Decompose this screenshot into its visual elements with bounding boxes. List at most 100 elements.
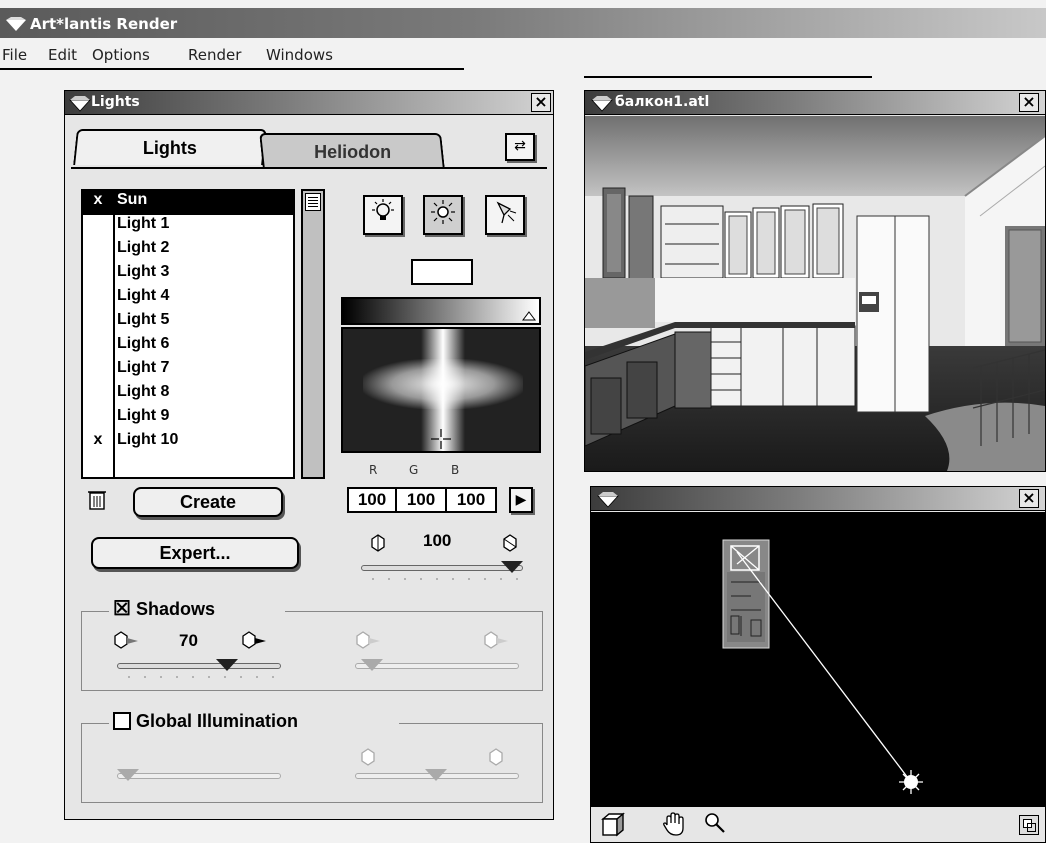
- app-title: Art*lantis Render: [30, 15, 178, 33]
- shadow-softness-thumb: [361, 659, 383, 671]
- lights-window-titlebar[interactable]: Lights ×: [65, 91, 553, 115]
- light-list-item[interactable]: Light 9: [83, 407, 293, 431]
- gem-icon: [591, 96, 613, 116]
- spot-icon[interactable]: [485, 195, 525, 235]
- sun-icon[interactable]: [423, 195, 463, 235]
- color-picker[interactable]: [341, 327, 541, 453]
- light-list-item[interactable]: Light 3: [83, 263, 293, 287]
- shadow-soft-disabled-icon: [355, 631, 381, 653]
- light-list-item[interactable]: Light 7: [83, 359, 293, 383]
- list-scrollbar[interactable]: [301, 189, 325, 479]
- r-field[interactable]: 100: [347, 487, 397, 513]
- create-button[interactable]: Create: [133, 487, 283, 517]
- expert-button[interactable]: Expert...: [91, 537, 299, 569]
- resize-icon[interactable]: [1019, 815, 1039, 835]
- menu-underline: [0, 68, 464, 70]
- light-items: x Sun Light 1 Light 2 Light 3 Light 4 Light 5 L…: [83, 191, 293, 477]
- intensity-value: 100: [423, 531, 452, 550]
- lights-window-title: Lights: [91, 94, 140, 110]
- light-name: Sun: [117, 191, 148, 208]
- plan-toolbar: [591, 806, 1045, 842]
- close-icon[interactable]: ×: [1019, 489, 1039, 508]
- detach-icon[interactable]: ⇄: [505, 133, 535, 161]
- tab-lights[interactable]: Lights: [73, 129, 267, 165]
- tab-heliodon-label: Heliodon: [313, 142, 391, 162]
- view-overline: [584, 76, 872, 78]
- shadows-checkbox[interactable]: ☒: [113, 599, 131, 619]
- global-illumination-checkbox[interactable]: [113, 712, 131, 731]
- color-swatch[interactable]: [411, 259, 473, 285]
- plan-window-titlebar[interactable]: ×: [591, 487, 1045, 511]
- light-list-item[interactable]: Light 5: [83, 311, 293, 335]
- zoom-icon[interactable]: [703, 811, 727, 839]
- close-icon[interactable]: ×: [531, 93, 551, 112]
- light-name: Light 9: [117, 407, 170, 424]
- light-name: Light 7: [117, 359, 170, 376]
- light-enabled-mark[interactable]: x: [91, 191, 105, 209]
- tab-heliodon[interactable]: Heliodon: [259, 133, 445, 169]
- shadows-slider-ticks: [121, 675, 277, 679]
- menu-edit[interactable]: Edit: [48, 46, 77, 64]
- brightness-gradient[interactable]: [341, 297, 541, 325]
- dim-bulb-icon: [369, 533, 387, 558]
- crosshair-icon: [431, 429, 451, 449]
- menu-options[interactable]: Options: [92, 46, 150, 64]
- light-name: Light 4: [117, 287, 170, 304]
- intensity-slider-thumb[interactable]: [501, 561, 523, 573]
- light-list-item[interactable]: Light 1: [83, 215, 293, 239]
- kitchen-render-image: [585, 116, 1045, 471]
- menu-render[interactable]: Render: [188, 46, 241, 64]
- light-enabled-mark[interactable]: x: [91, 431, 105, 449]
- intensity-slider[interactable]: [361, 561, 523, 587]
- bright-bulb-icon: [501, 533, 519, 558]
- light-list-item[interactable]: Light 4: [83, 287, 293, 311]
- plan-viewport[interactable]: [591, 512, 1045, 806]
- play-icon[interactable]: ▶: [509, 487, 533, 513]
- light-name: Light 6: [117, 335, 170, 352]
- gi-slider-left: [117, 767, 281, 793]
- gi-slider-left-thumb: [117, 769, 139, 781]
- global-illumination-header: Global Illumination: [109, 710, 399, 734]
- menu-file[interactable]: File: [2, 46, 27, 64]
- close-icon[interactable]: ×: [1019, 93, 1039, 112]
- light-list-item[interactable]: Light 2: [83, 239, 293, 263]
- floor-plan-image: [722, 539, 923, 794]
- view-window-title: балкон1.atl: [615, 94, 710, 110]
- light-name: Light 1: [117, 215, 170, 232]
- tab-lights-label: Lights: [142, 138, 197, 158]
- light-list-item[interactable]: Light 8: [83, 383, 293, 407]
- light-list-item[interactable]: x Light 10: [83, 431, 293, 455]
- shadows-slider[interactable]: [117, 657, 281, 683]
- plan-window: ×: [590, 486, 1046, 843]
- g-label: G: [409, 463, 419, 477]
- shadows-slider-track: [117, 663, 281, 669]
- trash-icon[interactable]: [87, 487, 107, 515]
- b-field[interactable]: 100: [445, 487, 497, 513]
- shadow-hard-disabled-icon: [483, 631, 509, 653]
- light-list-item[interactable]: Light 6: [83, 335, 293, 359]
- bulb-icon[interactable]: [363, 195, 403, 235]
- gem-icon: [69, 96, 91, 116]
- shadow-softness-slider: [355, 657, 519, 683]
- menubar: [0, 40, 1046, 70]
- render-viewport[interactable]: [585, 116, 1045, 471]
- g-field[interactable]: 100: [395, 487, 447, 513]
- menu-windows[interactable]: Windows: [266, 46, 333, 64]
- intensity-slider-ticks: [365, 577, 519, 581]
- shadows-group-header: ☒ Shadows: [109, 598, 285, 622]
- shadows-label: Shadows: [136, 598, 216, 619]
- gi-slider-right-thumb: [425, 769, 447, 781]
- view-window-titlebar[interactable]: балкон1.atl ×: [585, 91, 1045, 115]
- intensity-slider-track: [361, 565, 523, 571]
- light-name: Light 2: [117, 239, 170, 256]
- b-label: B: [451, 463, 460, 477]
- scroll-thumb[interactable]: [305, 193, 321, 211]
- lights-window: Lights × Lights Heliodon ⇄ x Sun Light 1 Li…: [64, 90, 554, 820]
- light-list-item[interactable]: x Sun: [83, 191, 293, 215]
- cube-icon[interactable]: [599, 811, 627, 841]
- view-window: балкон1.atl ×: [584, 90, 1046, 472]
- shadows-slider-thumb[interactable]: [216, 659, 238, 671]
- hand-icon[interactable]: [661, 811, 687, 841]
- light-name: Light 5: [117, 311, 170, 328]
- light-name: Light 8: [117, 383, 170, 400]
